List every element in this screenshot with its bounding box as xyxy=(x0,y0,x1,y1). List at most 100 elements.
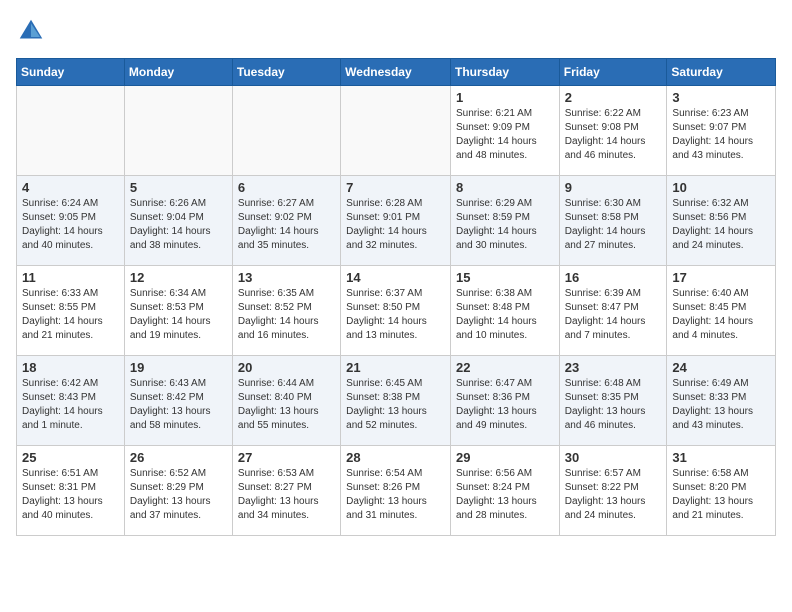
day-info: Sunrise: 6:30 AM Sunset: 8:58 PM Dayligh… xyxy=(565,197,662,253)
day-number: 4 xyxy=(22,180,119,195)
day-info: Sunrise: 6:48 AM Sunset: 8:35 PM Dayligh… xyxy=(565,377,662,433)
day-number: 30 xyxy=(565,450,662,465)
calendar-cell: 11 Sunrise: 6:33 AM Sunset: 8:55 PM Dayli… xyxy=(17,266,125,356)
day-number: 24 xyxy=(672,360,770,375)
calendar-cell: 19 Sunrise: 6:43 AM Sunset: 8:42 PM Dayli… xyxy=(124,356,232,446)
day-number: 19 xyxy=(130,360,227,375)
day-info: Sunrise: 6:22 AM Sunset: 9:08 PM Dayligh… xyxy=(565,107,662,163)
weekday-header-sunday: Sunday xyxy=(17,59,125,86)
day-number: 8 xyxy=(456,180,554,195)
day-number: 10 xyxy=(672,180,770,195)
day-info: Sunrise: 6:29 AM Sunset: 8:59 PM Dayligh… xyxy=(456,197,554,253)
weekday-header-saturday: Saturday xyxy=(667,59,776,86)
calendar-cell: 28 Sunrise: 6:54 AM Sunset: 8:26 PM Dayli… xyxy=(341,446,451,536)
calendar-cell: 3 Sunrise: 6:23 AM Sunset: 9:07 PM Daylig… xyxy=(667,86,776,176)
calendar-cell: 25 Sunrise: 6:51 AM Sunset: 8:31 PM Dayli… xyxy=(17,446,125,536)
calendar-cell: 24 Sunrise: 6:49 AM Sunset: 8:33 PM Dayli… xyxy=(667,356,776,446)
logo xyxy=(16,16,50,46)
day-info: Sunrise: 6:38 AM Sunset: 8:48 PM Dayligh… xyxy=(456,287,554,343)
calendar-cell: 15 Sunrise: 6:38 AM Sunset: 8:48 PM Dayli… xyxy=(450,266,559,356)
calendar-cell: 13Sunrise: 6:35 AM Sunset: 8:52 PM Dayli… xyxy=(232,266,340,356)
calendar-week-row: 1 Sunrise: 6:21 AM Sunset: 9:09 PM Daylig… xyxy=(17,86,776,176)
calendar-week-row: 4 Sunrise: 6:24 AM Sunset: 9:05 PM Daylig… xyxy=(17,176,776,266)
day-info: Sunrise: 6:57 AM Sunset: 8:22 PM Dayligh… xyxy=(565,467,662,523)
calendar-cell: 1 Sunrise: 6:21 AM Sunset: 9:09 PM Daylig… xyxy=(450,86,559,176)
day-number: 29 xyxy=(456,450,554,465)
day-number: 22 xyxy=(456,360,554,375)
calendar-table: SundayMondayTuesdayWednesdayThursdayFrid… xyxy=(16,58,776,536)
day-number: 2 xyxy=(565,90,662,105)
logo-icon xyxy=(16,16,46,46)
calendar-week-row: 25 Sunrise: 6:51 AM Sunset: 8:31 PM Dayli… xyxy=(17,446,776,536)
calendar-cell: 10Sunrise: 6:32 AM Sunset: 8:56 PM Dayli… xyxy=(667,176,776,266)
day-info: Sunrise: 6:26 AM Sunset: 9:04 PM Dayligh… xyxy=(130,197,227,253)
day-info: Sunrise: 6:42 AM Sunset: 8:43 PM Dayligh… xyxy=(22,377,119,433)
day-number: 26 xyxy=(130,450,227,465)
day-info: Sunrise: 6:33 AM Sunset: 8:55 PM Dayligh… xyxy=(22,287,119,343)
calendar-cell: 27 Sunrise: 6:53 AM Sunset: 8:27 PM Dayli… xyxy=(232,446,340,536)
day-number: 17 xyxy=(672,270,770,285)
weekday-header-friday: Friday xyxy=(559,59,667,86)
day-info: Sunrise: 6:35 AM Sunset: 8:52 PM Dayligh… xyxy=(238,287,335,343)
page-header xyxy=(16,16,776,46)
day-info: Sunrise: 6:28 AM Sunset: 9:01 PM Dayligh… xyxy=(346,197,445,253)
day-number: 27 xyxy=(238,450,335,465)
calendar-cell xyxy=(232,86,340,176)
weekday-header-monday: Monday xyxy=(124,59,232,86)
day-number: 20 xyxy=(238,360,335,375)
day-info: Sunrise: 6:51 AM Sunset: 8:31 PM Dayligh… xyxy=(22,467,119,523)
day-info: Sunrise: 6:54 AM Sunset: 8:26 PM Dayligh… xyxy=(346,467,445,523)
calendar-cell: 4 Sunrise: 6:24 AM Sunset: 9:05 PM Daylig… xyxy=(17,176,125,266)
day-info: Sunrise: 6:58 AM Sunset: 8:20 PM Dayligh… xyxy=(672,467,770,523)
day-number: 15 xyxy=(456,270,554,285)
calendar-cell: 20 Sunrise: 6:44 AM Sunset: 8:40 PM Dayli… xyxy=(232,356,340,446)
day-number: 25 xyxy=(22,450,119,465)
calendar-cell xyxy=(341,86,451,176)
day-number: 11 xyxy=(22,270,119,285)
calendar-cell xyxy=(124,86,232,176)
calendar-week-row: 11 Sunrise: 6:33 AM Sunset: 8:55 PM Dayli… xyxy=(17,266,776,356)
day-info: Sunrise: 6:53 AM Sunset: 8:27 PM Dayligh… xyxy=(238,467,335,523)
calendar-week-row: 18 Sunrise: 6:42 AM Sunset: 8:43 PM Dayli… xyxy=(17,356,776,446)
day-number: 16 xyxy=(565,270,662,285)
calendar-cell: 6Sunrise: 6:27 AM Sunset: 9:02 PM Daylig… xyxy=(232,176,340,266)
day-info: Sunrise: 6:44 AM Sunset: 8:40 PM Dayligh… xyxy=(238,377,335,433)
day-info: Sunrise: 6:43 AM Sunset: 8:42 PM Dayligh… xyxy=(130,377,227,433)
calendar-cell: 23Sunrise: 6:48 AM Sunset: 8:35 PM Dayli… xyxy=(559,356,667,446)
day-info: Sunrise: 6:40 AM Sunset: 8:45 PM Dayligh… xyxy=(672,287,770,343)
weekday-header-tuesday: Tuesday xyxy=(232,59,340,86)
day-info: Sunrise: 6:56 AM Sunset: 8:24 PM Dayligh… xyxy=(456,467,554,523)
day-number: 9 xyxy=(565,180,662,195)
day-number: 18 xyxy=(22,360,119,375)
day-number: 31 xyxy=(672,450,770,465)
day-number: 21 xyxy=(346,360,445,375)
day-number: 28 xyxy=(346,450,445,465)
day-number: 6 xyxy=(238,180,335,195)
calendar-cell: 30 Sunrise: 6:57 AM Sunset: 8:22 PM Dayli… xyxy=(559,446,667,536)
calendar-cell: 16 Sunrise: 6:39 AM Sunset: 8:47 PM Dayli… xyxy=(559,266,667,356)
calendar-cell: 7 Sunrise: 6:28 AM Sunset: 9:01 PM Daylig… xyxy=(341,176,451,266)
day-number: 1 xyxy=(456,90,554,105)
day-info: Sunrise: 6:49 AM Sunset: 8:33 PM Dayligh… xyxy=(672,377,770,433)
day-number: 3 xyxy=(672,90,770,105)
calendar-cell: 21Sunrise: 6:45 AM Sunset: 8:38 PM Dayli… xyxy=(341,356,451,446)
day-number: 7 xyxy=(346,180,445,195)
calendar-cell: 18 Sunrise: 6:42 AM Sunset: 8:43 PM Dayli… xyxy=(17,356,125,446)
day-number: 5 xyxy=(130,180,227,195)
day-info: Sunrise: 6:52 AM Sunset: 8:29 PM Dayligh… xyxy=(130,467,227,523)
day-info: Sunrise: 6:37 AM Sunset: 8:50 PM Dayligh… xyxy=(346,287,445,343)
calendar-cell: 22 Sunrise: 6:47 AM Sunset: 8:36 PM Dayli… xyxy=(450,356,559,446)
day-info: Sunrise: 6:39 AM Sunset: 8:47 PM Dayligh… xyxy=(565,287,662,343)
day-info: Sunrise: 6:21 AM Sunset: 9:09 PM Dayligh… xyxy=(456,107,554,163)
weekday-header-wednesday: Wednesday xyxy=(341,59,451,86)
calendar-cell: 9 Sunrise: 6:30 AM Sunset: 8:58 PM Daylig… xyxy=(559,176,667,266)
weekday-header-thursday: Thursday xyxy=(450,59,559,86)
day-info: Sunrise: 6:23 AM Sunset: 9:07 PM Dayligh… xyxy=(672,107,770,163)
calendar-cell: 29 Sunrise: 6:56 AM Sunset: 8:24 PM Dayli… xyxy=(450,446,559,536)
calendar-cell: 12Sunrise: 6:34 AM Sunset: 8:53 PM Dayli… xyxy=(124,266,232,356)
day-info: Sunrise: 6:47 AM Sunset: 8:36 PM Dayligh… xyxy=(456,377,554,433)
day-info: Sunrise: 6:24 AM Sunset: 9:05 PM Dayligh… xyxy=(22,197,119,253)
day-number: 12 xyxy=(130,270,227,285)
weekday-header-row: SundayMondayTuesdayWednesdayThursdayFrid… xyxy=(17,59,776,86)
calendar-cell: 14Sunrise: 6:37 AM Sunset: 8:50 PM Dayli… xyxy=(341,266,451,356)
